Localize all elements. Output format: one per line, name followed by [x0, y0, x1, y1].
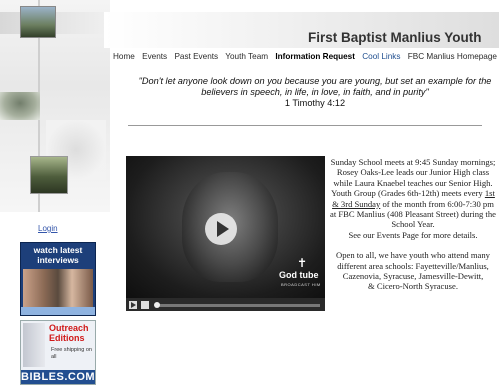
page-title: First Baptist Manlius Youth: [308, 30, 482, 45]
cross-icon: ✝: [297, 256, 308, 270]
tree-photo: [20, 6, 56, 38]
video-player[interactable]: ✝ God tube BROADCAST HIM: [126, 156, 325, 311]
schedule-text: Sunday School meets at 9:45 Sunday morni…: [330, 157, 496, 199]
bibles-ad-banner[interactable]: Outreach Editions Free shipping on all B…: [20, 320, 96, 385]
video-progress-track[interactable]: [156, 304, 320, 307]
nav-information-request[interactable]: Information Request: [275, 52, 355, 61]
ad-subtitle: Free shipping on all: [51, 347, 92, 360]
ad-brand: BIBLES.COM: [21, 370, 96, 384]
ad-caption-bar: [21, 307, 95, 315]
ad-photo: [23, 269, 93, 307]
book-image: [23, 323, 45, 367]
nav-cool-links[interactable]: Cool Links: [362, 52, 400, 61]
play-icon[interactable]: [205, 213, 237, 245]
quote-reference: 1 Timothy 4:12: [284, 98, 346, 108]
nav-youth-team[interactable]: Youth Team: [225, 52, 268, 61]
schedule-paragraph: Sunday School meets at 9:45 Sunday morni…: [328, 157, 498, 240]
interviews-ad-banner[interactable]: watch latest interviews: [20, 242, 96, 316]
events-note: See our Events Page for more details.: [348, 229, 478, 240]
control-play-icon[interactable]: [129, 301, 137, 309]
godtube-logo: God tube: [279, 270, 319, 280]
lake-photo: [0, 92, 40, 120]
control-rewind-icon[interactable]: [141, 301, 149, 309]
forest-photo: [30, 156, 68, 194]
scripture-quote: "Don't let anyone look down on you becau…: [130, 76, 499, 109]
schools-paragraph: Open to all, we have youth who attend ma…: [328, 250, 498, 292]
video-scrub-handle[interactable]: [154, 302, 160, 308]
schools-text-2: & Cicero-North Syracuse.: [368, 281, 458, 292]
left-column: Login watch latest interviews Outreach E…: [0, 0, 110, 385]
youth-info: Sunday School meets at 9:45 Sunday morni…: [328, 157, 498, 292]
nav-home[interactable]: Home: [113, 52, 135, 61]
login-link[interactable]: Login: [38, 224, 58, 233]
nav-past-events[interactable]: Past Events: [174, 52, 218, 61]
quote-text: "Don't let anyone look down on you becau…: [138, 76, 492, 97]
godtube-tagline: BROADCAST HIM: [281, 282, 321, 287]
nav-fbc-homepage[interactable]: FBC Manlius Homepage: [408, 52, 497, 61]
ad-title: Outreach Editions: [49, 323, 89, 343]
nav-events[interactable]: Events: [142, 52, 167, 61]
top-navigation: Home Events Past Events Youth Team Infor…: [113, 52, 499, 61]
horizontal-rule: [128, 125, 482, 126]
schools-text: Open to all, we have youth who attend ma…: [336, 250, 490, 282]
ad-headline: watch latest interviews: [33, 245, 83, 265]
decorative-photo-strip: [0, 0, 110, 212]
